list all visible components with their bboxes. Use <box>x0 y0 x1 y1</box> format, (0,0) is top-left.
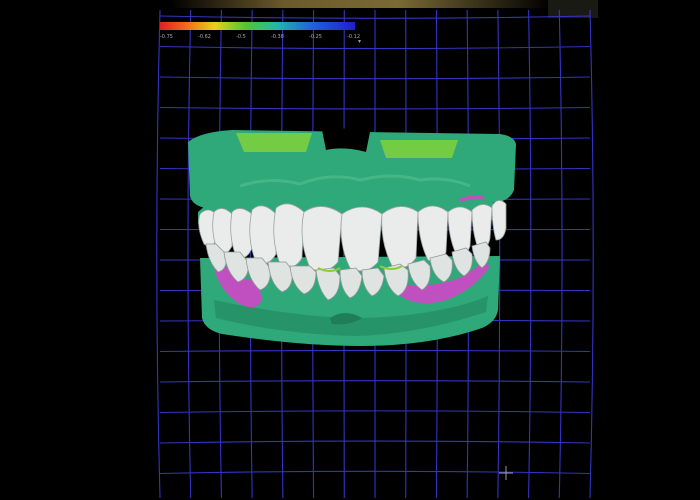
crosshair-icon <box>499 466 513 480</box>
upper-base-cut-left <box>236 133 312 152</box>
tooth <box>301 206 343 272</box>
dental-scan-model[interactable] <box>0 0 700 500</box>
tooth <box>230 208 253 259</box>
3d-viewport[interactable]: -0.75 -0.62 -0.5 -0.38 -0.25 -0.12 ▾ <box>0 0 700 500</box>
tooth <box>491 200 507 241</box>
upper-base-notch <box>322 128 370 152</box>
tooth <box>273 203 305 268</box>
tooth <box>471 204 493 249</box>
tooth <box>340 206 383 272</box>
tooth <box>447 206 473 256</box>
tooth <box>249 205 277 265</box>
upper-base-cut-right <box>380 140 458 158</box>
tooth <box>417 205 449 263</box>
